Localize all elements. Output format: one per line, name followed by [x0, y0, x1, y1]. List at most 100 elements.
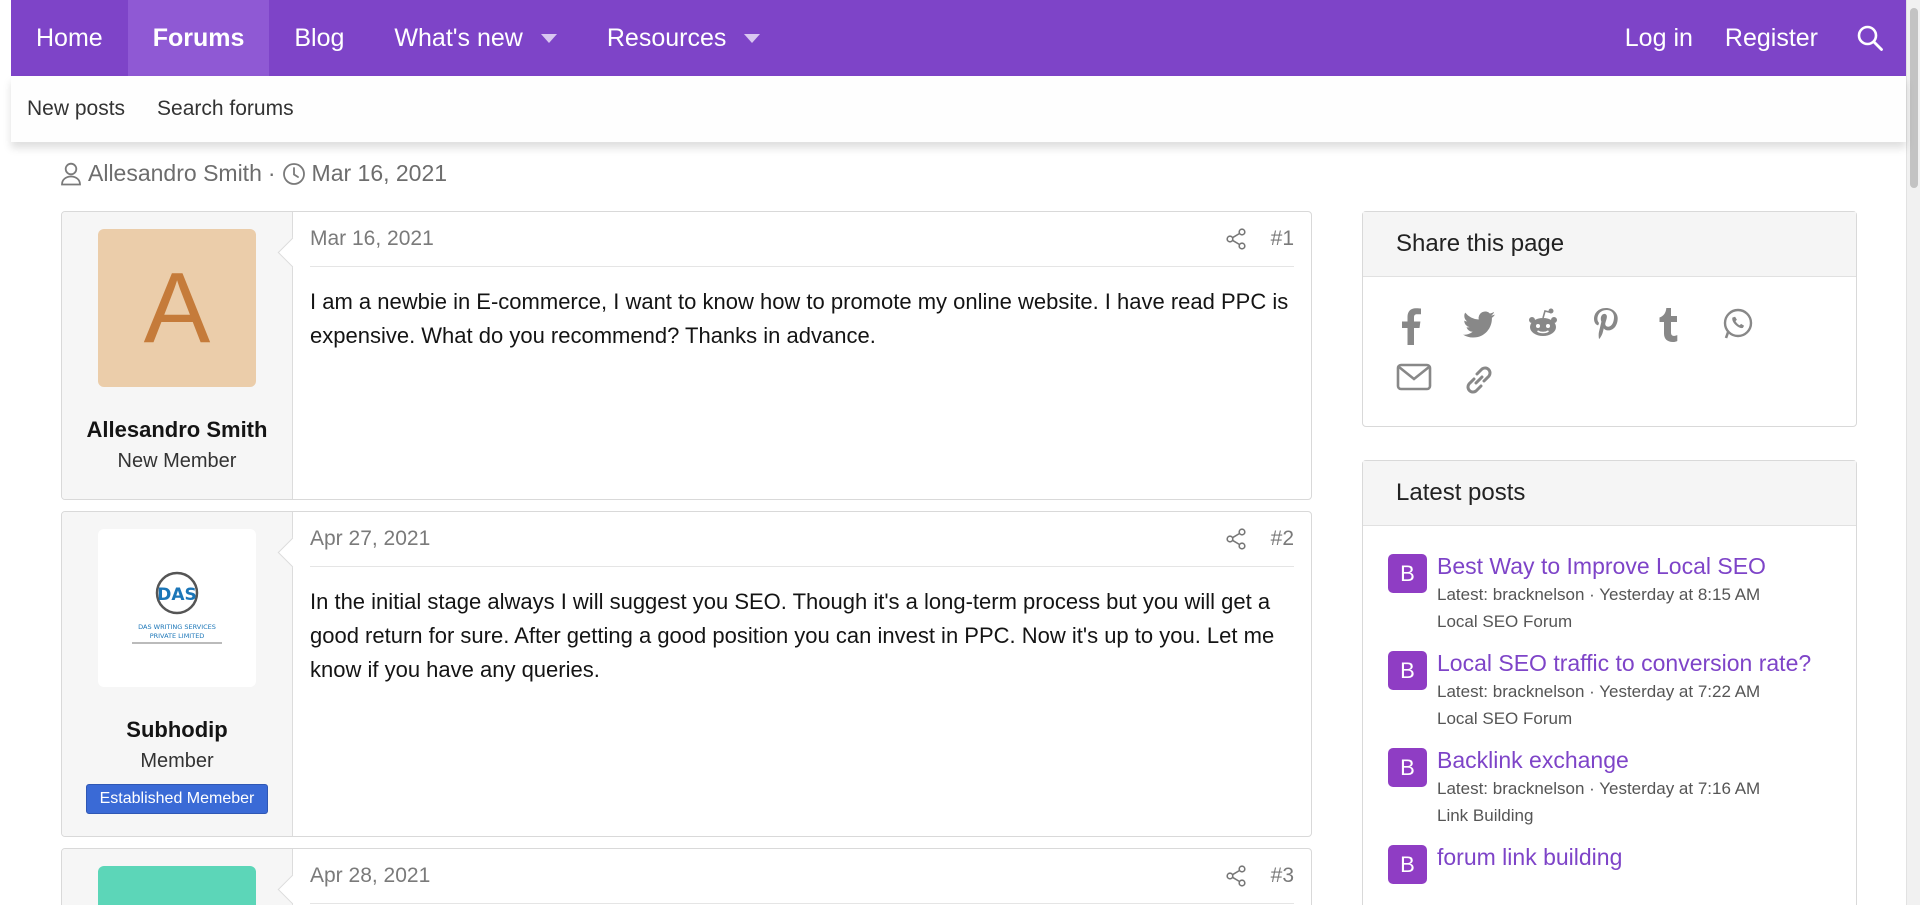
pinterest-icon[interactable]	[1591, 307, 1656, 362]
user-title: Member	[140, 750, 214, 772]
avatar-letter: A	[143, 251, 211, 364]
user-badge: Established Memeber	[85, 784, 269, 814]
subnav-new-posts[interactable]: New posts	[11, 97, 141, 121]
share-button[interactable]	[1225, 865, 1247, 887]
share-block-title: Share this page	[1363, 212, 1856, 277]
latest-post-meta[interactable]: Latest: bracknelson · Yesterday at 8:15 …	[1437, 581, 1766, 608]
list-item: B Best Way to Improve Local SEO Latest: …	[1388, 551, 1836, 635]
avatar[interactable]: B	[1388, 845, 1427, 884]
latest-post-text: Best Way to Improve Local SEO Latest: br…	[1437, 551, 1766, 635]
share-button[interactable]	[1225, 528, 1247, 550]
meta-separator: ·	[267, 160, 276, 186]
das-logo: DAS DAS WRITING SERVICES PRIVATE LIMITED	[132, 571, 222, 644]
latest-post-text: forum link building	[1437, 842, 1622, 884]
facebook-icon[interactable]	[1396, 307, 1461, 362]
sub-navigation: New posts Search forums	[11, 76, 1906, 142]
share-icon	[1226, 228, 1246, 250]
nav-whats-new-label: What's new	[394, 23, 523, 52]
post-main: Apr 28, 2021 #3	[293, 849, 1311, 905]
avatar[interactable]: DAS DAS WRITING SERVICES PRIVATE LIMITED	[98, 529, 256, 687]
username[interactable]: Allesandro Smith	[87, 417, 268, 443]
register-link[interactable]: Register	[1709, 0, 1834, 76]
nav-resources[interactable]: Resources	[582, 0, 786, 76]
logo-caption-2: PRIVATE LIMITED	[150, 632, 205, 640]
avatar[interactable]: A	[98, 229, 256, 387]
post-date[interactable]: Apr 27, 2021	[310, 527, 1225, 551]
nav-blog-label: Blog	[294, 23, 345, 52]
avatar[interactable]: B	[1388, 651, 1427, 690]
thread-date[interactable]: Mar 16, 2021	[312, 160, 448, 187]
latest-posts-block: Latest posts B Best Way to Improve Local…	[1362, 460, 1857, 905]
post-main: Apr 27, 2021 #2 In the initial stage alw…	[293, 512, 1311, 836]
nav-home-label: Home	[36, 23, 103, 52]
chevron-down-icon[interactable]	[540, 33, 557, 43]
link-icon[interactable]	[1461, 362, 1526, 417]
share-icon	[1226, 528, 1246, 550]
top-navigation: Home Forums Blog What's new Resources Lo…	[11, 0, 1906, 76]
post-date[interactable]: Apr 28, 2021	[310, 864, 1225, 888]
register-label: Register	[1724, 23, 1818, 52]
subnav-search-forums[interactable]: Search forums	[141, 97, 310, 121]
list-item: B Local SEO traffic to conversion rate? …	[1388, 648, 1836, 732]
list-item: B forum link building	[1388, 842, 1836, 884]
avatar[interactable]: B	[1388, 748, 1427, 787]
search-button[interactable]	[1834, 0, 1906, 76]
share-icon	[1226, 865, 1246, 887]
share-block: Share this page	[1362, 211, 1857, 427]
post-main: Mar 16, 2021 #1 I am a newbie in E-comme…	[293, 212, 1311, 499]
latest-post-forum[interactable]: Local SEO Forum	[1437, 705, 1811, 732]
nav-whats-new[interactable]: What's new	[369, 0, 581, 76]
login-link[interactable]: Log in	[1609, 0, 1709, 76]
whatsapp-icon[interactable]	[1721, 307, 1786, 362]
latest-post-title[interactable]: forum link building	[1437, 842, 1622, 872]
chevron-down-icon[interactable]	[744, 33, 761, 43]
latest-post-forum[interactable]: Link Building	[1437, 802, 1760, 829]
nav-resources-label: Resources	[606, 23, 727, 52]
latest-post-text: Local SEO traffic to conversion rate? La…	[1437, 648, 1811, 732]
list-item: B Backlink exchange Latest: bracknelson …	[1388, 745, 1836, 829]
latest-posts-title: Latest posts	[1363, 461, 1856, 526]
tumblr-icon[interactable]	[1656, 307, 1721, 362]
share-icons	[1363, 277, 1856, 417]
post-1: A Allesandro Smith New Member Mar 16, 20…	[61, 211, 1312, 500]
post-number[interactable]: #3	[1271, 864, 1294, 888]
latest-post-meta[interactable]: Latest: bracknelson · Yesterday at 7:22 …	[1437, 678, 1811, 705]
avatar[interactable]: B	[1388, 554, 1427, 593]
user-icon	[61, 162, 81, 185]
latest-posts-list: B Best Way to Improve Local SEO Latest: …	[1363, 526, 1856, 884]
reddit-icon[interactable]	[1526, 307, 1591, 362]
post-user-panel: A Allesandro Smith New Member	[62, 212, 293, 499]
thread-author[interactable]: Allesandro Smith	[88, 160, 262, 187]
latest-post-title[interactable]: Backlink exchange	[1437, 745, 1760, 775]
avatar[interactable]	[98, 866, 256, 905]
post-number[interactable]: #2	[1271, 527, 1294, 551]
latest-post-title[interactable]: Best Way to Improve Local SEO	[1437, 551, 1766, 581]
logo-caption-1: DAS WRITING SERVICES	[138, 623, 216, 631]
latest-post-forum[interactable]: Local SEO Forum	[1437, 608, 1766, 635]
page-edge	[0, 0, 11, 905]
post-date[interactable]: Mar 16, 2021	[310, 227, 1225, 251]
twitter-icon[interactable]	[1461, 307, 1526, 362]
scrollbar-thumb[interactable]	[1910, 8, 1918, 188]
post-content: In the initial stage always I will sugge…	[310, 589, 1275, 682]
nav-forums[interactable]: Forums	[127, 0, 270, 76]
email-icon[interactable]	[1396, 362, 1461, 417]
nav-blog[interactable]: Blog	[269, 0, 369, 76]
post-header: Mar 16, 2021 #1	[310, 212, 1294, 267]
page-scrollbar[interactable]	[1906, 0, 1920, 905]
post-2: DAS DAS WRITING SERVICES PRIVATE LIMITED…	[61, 511, 1312, 837]
latest-post-title[interactable]: Local SEO traffic to conversion rate?	[1437, 648, 1811, 678]
logo-text: DAS	[157, 585, 197, 605]
search-icon	[1857, 25, 1883, 51]
latest-post-meta[interactable]: Latest: bracknelson · Yesterday at 7:16 …	[1437, 775, 1760, 802]
latest-post-text: Backlink exchange Latest: bracknelson · …	[1437, 745, 1760, 829]
login-label: Log in	[1624, 23, 1693, 52]
username[interactable]: Subhodip	[126, 717, 227, 743]
clock-icon	[282, 162, 305, 185]
nav-home[interactable]: Home	[11, 0, 128, 76]
share-button[interactable]	[1225, 228, 1247, 250]
post-3: Apr 28, 2021 #3	[61, 848, 1312, 905]
post-content: I am a newbie in E-commerce, I want to k…	[310, 289, 1289, 348]
post-number[interactable]: #1	[1271, 227, 1294, 251]
post-user-panel: DAS DAS WRITING SERVICES PRIVATE LIMITED…	[62, 512, 293, 836]
